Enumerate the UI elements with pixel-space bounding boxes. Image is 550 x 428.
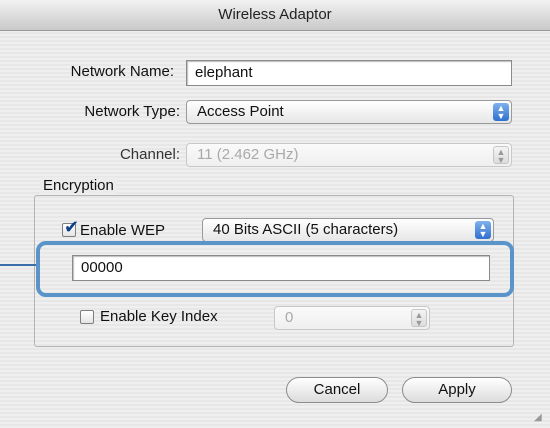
cancel-button[interactable]: Cancel [286, 377, 388, 403]
callout-line [0, 264, 36, 266]
channel-value: 11 (2.462 GHz) [197, 146, 299, 163]
enable-key-index-checkbox[interactable] [80, 310, 94, 324]
network-type-popup[interactable]: Access Point ▲ ▼ [186, 100, 512, 124]
enable-wep-checkbox[interactable]: ✔ [62, 218, 79, 237]
popup-arrows-icon: ▲ ▼ [493, 146, 509, 165]
enable-key-index-label[interactable]: Enable Key Index [100, 308, 218, 325]
enable-wep-label[interactable]: Enable WEP [80, 222, 165, 239]
popup-arrows-icon: ▲ ▼ [411, 309, 427, 328]
wep-mode-value: 40 Bits ASCII (5 characters) [213, 221, 399, 238]
apply-button[interactable]: Apply [402, 377, 512, 403]
network-type-label: Network Type: [84, 103, 180, 120]
resize-grip-icon[interactable]: ◢ [534, 412, 546, 424]
popup-arrows-icon: ▲ ▼ [475, 221, 491, 239]
window-title: Wireless Adaptor [218, 6, 332, 23]
channel-popup[interactable]: 11 (2.462 GHz) ▲ ▼ [186, 143, 512, 167]
popup-arrows-icon: ▲ ▼ [493, 103, 509, 121]
key-index-value: 0 [285, 309, 294, 326]
key-index-popup[interactable]: 0 ▲ ▼ [274, 306, 430, 330]
channel-label: Channel: [119, 146, 180, 163]
network-type-value: Access Point [197, 103, 284, 120]
wep-key-field[interactable]: 00000 [72, 255, 490, 281]
encryption-group-label: Encryption [40, 177, 117, 194]
network-name-label: Network Name: [70, 63, 174, 80]
checkmark-icon: ✔ [64, 217, 80, 237]
wep-mode-popup[interactable]: 40 Bits ASCII (5 characters) ▲ ▼ [202, 218, 494, 242]
network-name-field[interactable]: elephant [186, 60, 512, 86]
title-bar: Wireless Adaptor [0, 0, 550, 31]
